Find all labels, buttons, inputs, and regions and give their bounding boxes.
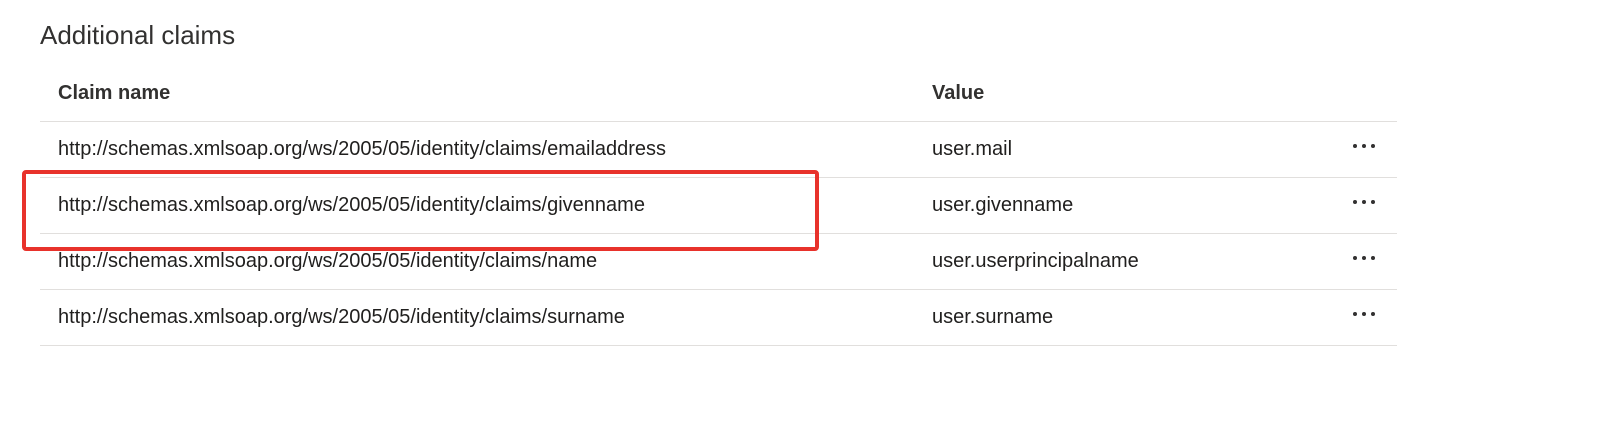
row-more-actions-button[interactable]: [1336, 178, 1392, 233]
row-more-actions-button[interactable]: [1336, 290, 1392, 345]
table-row[interactable]: http://schemas.xmlsoap.org/ws/2005/05/id…: [40, 178, 1397, 234]
claim-name-cell[interactable]: http://schemas.xmlsoap.org/ws/2005/05/id…: [58, 234, 597, 289]
more-horizontal-icon: [1353, 255, 1375, 260]
claims-table: Claim name Value http://schemas.xmlsoap.…: [40, 66, 1397, 346]
table-row[interactable]: http://schemas.xmlsoap.org/ws/2005/05/id…: [40, 122, 1397, 178]
table-row[interactable]: http://schemas.xmlsoap.org/ws/2005/05/id…: [40, 290, 1397, 346]
claim-value-cell[interactable]: user.givenname: [932, 178, 1073, 233]
table-header-row: Claim name Value: [40, 66, 1397, 122]
column-header-value[interactable]: Value: [932, 66, 984, 121]
claim-name-cell[interactable]: http://schemas.xmlsoap.org/ws/2005/05/id…: [58, 122, 666, 177]
more-horizontal-icon: [1353, 199, 1375, 204]
claim-value-cell[interactable]: user.userprincipalname: [932, 234, 1139, 289]
column-header-claim-name[interactable]: Claim name: [58, 66, 170, 121]
section-title: Additional claims: [40, 20, 236, 50]
more-horizontal-icon: [1353, 311, 1375, 316]
row-more-actions-button[interactable]: [1336, 122, 1392, 177]
claim-value-cell[interactable]: user.mail: [932, 122, 1012, 177]
more-horizontal-icon: [1353, 143, 1375, 148]
row-more-actions-button[interactable]: [1336, 234, 1392, 289]
claim-value-cell[interactable]: user.surname: [932, 290, 1053, 345]
claim-name-cell[interactable]: http://schemas.xmlsoap.org/ws/2005/05/id…: [58, 178, 645, 233]
table-row[interactable]: http://schemas.xmlsoap.org/ws/2005/05/id…: [40, 234, 1397, 290]
claim-name-cell[interactable]: http://schemas.xmlsoap.org/ws/2005/05/id…: [58, 290, 625, 345]
